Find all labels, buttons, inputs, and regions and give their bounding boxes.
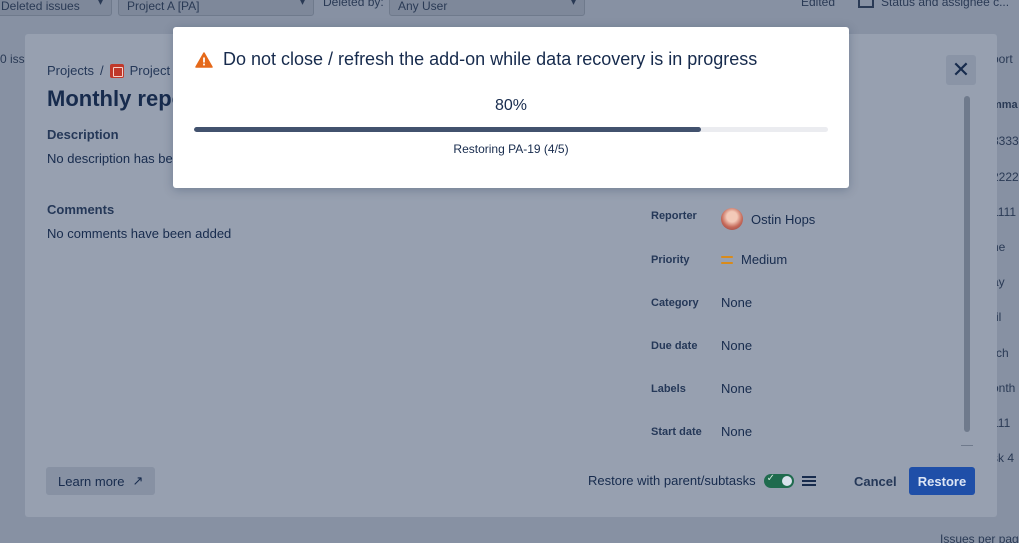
field-label: Reporter [651,210,697,222]
field-label: Labels [651,383,686,395]
progress-bar-fill [194,127,702,132]
warning-icon [195,51,213,68]
close-button[interactable]: ✕ [946,55,976,85]
field-reporter: Reporter Ostin Hops [651,206,951,230]
external-link-icon: ↗ [132,473,144,488]
field-start-date: Start date None [651,422,951,442]
avatar [721,208,743,230]
progress-dialog-header: Do not close / refresh the add-on while … [195,49,757,70]
priority-value: Medium [741,252,788,267]
scrollbar[interactable] [962,94,972,442]
divider [961,445,973,446]
breadcrumb-project-link[interactable]: Project [130,63,170,78]
restore-button[interactable]: Restore [909,467,975,495]
recovery-progress-dialog: Do not close / refresh the add-on while … [173,27,849,188]
issue-title: Monthly repo [47,86,186,111]
progress-dialog-title: Do not close / refresh the add-on while … [223,49,758,69]
deleted-by-select[interactable]: Any User ▾ [389,0,585,16]
field-priority: Priority Medium [651,250,951,270]
cancel-button[interactable]: Cancel [844,467,907,495]
field-value: None [721,381,753,396]
project-avatar-icon [109,63,124,78]
progress-percent: 80% [494,97,528,114]
edited-label: Edited [801,0,836,9]
learn-more-button[interactable]: Learn more ↗ [46,467,156,495]
field-label: Category [651,297,699,309]
comments-text: No comments have been added [47,226,232,241]
field-label: Priority [651,254,690,266]
deleted-by-label: Deleted by: [323,0,384,9]
restore-with-subtasks-option: Restore with parent/subtasks [588,473,816,488]
table-icon [858,0,874,8]
issue-type-select-value: Deleted issues [1,0,80,13]
field-value: Medium [721,252,787,267]
learn-more-label: Learn more [58,473,125,489]
comments-label: Comments [47,202,115,217]
list-icon[interactable] [802,475,816,486]
reporter-name: Ostin Hops [751,211,816,227]
field-labels: Labels None [651,379,951,399]
breadcrumb: Projects / Project [47,63,170,78]
progress-status: Restoring PA-19 (4/5) [453,142,569,156]
field-category: Category None [651,293,951,313]
issues-per-page-label: Issues per pag [940,532,1019,543]
field-value: None [721,338,753,353]
chevron-down-icon: ▾ [570,0,576,8]
restore-option-label: Restore with parent/subtasks [588,473,756,488]
field-due-date: Due date None [651,336,951,356]
project-select-value: Project A [PA] [127,0,200,13]
field-label: Start date [651,426,702,438]
deleted-by-select-value: Any User [398,0,448,13]
chevron-down-icon: ▾ [299,0,305,8]
chevron-down-icon: ▾ [97,0,103,8]
field-value: Ostin Hops [721,208,815,230]
restore-subtasks-toggle[interactable] [763,473,794,488]
issue-type-select[interactable]: Deleted issues ▾ [0,0,112,16]
close-icon: ✕ [951,57,971,82]
field-value: None [721,424,753,439]
field-value: None [721,295,753,310]
progress-bar [194,127,828,132]
priority-medium-icon [721,255,733,264]
description-text: No description has bee [47,151,180,166]
description-label: Description [47,127,119,142]
scrollbar-thumb[interactable] [964,96,970,432]
project-select[interactable]: Project A [PA] ▾ [118,0,314,16]
filter-bar: Deleted issues ▾ Project A [PA] ▾ Delete… [0,0,1019,20]
field-label: Due date [651,340,698,352]
breadcrumb-projects-link[interactable]: Projects [47,63,94,78]
breadcrumb-separator: / [99,63,104,78]
columns-button[interactable]: Status and assignee c... [881,0,1009,9]
